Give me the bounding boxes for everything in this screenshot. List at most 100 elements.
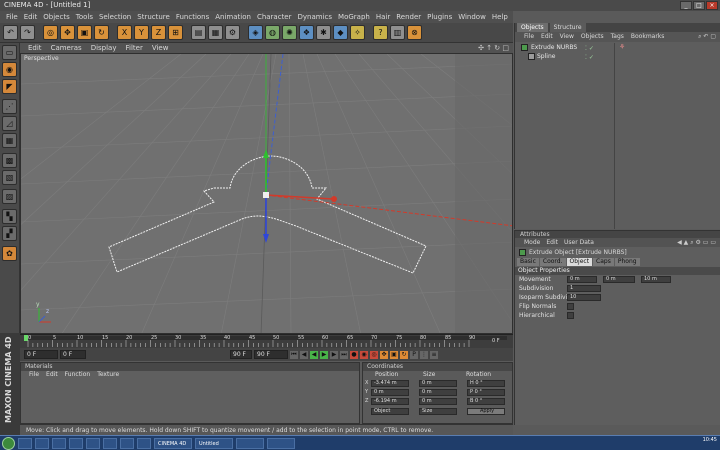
taskbar-app-icon[interactable] [69, 437, 83, 449]
render-view-icon[interactable]: ▤ [191, 25, 206, 40]
end-frame-field[interactable]: 90 F [230, 350, 252, 359]
viewport-scene[interactable]: y z [21, 54, 513, 334]
obj-menu-view[interactable]: View [560, 32, 574, 42]
world-coords-icon[interactable]: ⊞ [168, 25, 183, 40]
use-texture-tool-icon[interactable]: ◤ [2, 79, 17, 94]
hierarchical-checkbox[interactable] [567, 312, 574, 319]
tab-objects[interactable]: Objects [517, 23, 548, 32]
viewport-nav-icons[interactable]: ✣ ↑ ↻ □ [478, 43, 513, 53]
mat-menu-function[interactable]: Function [65, 371, 91, 379]
use-model-tool-icon[interactable]: ▭ [2, 45, 17, 60]
attr-menu-userdata[interactable]: User Data [564, 238, 594, 247]
help-icon[interactable]: ? [373, 25, 388, 40]
redo-icon[interactable]: ↷ [20, 25, 35, 40]
play-back-icon[interactable]: ◀ [310, 350, 318, 359]
taskbar-app-icon[interactable] [18, 437, 32, 449]
vp-menu-display[interactable]: Display [91, 43, 117, 53]
menu-structure[interactable]: Structure [137, 11, 170, 23]
size-x-field[interactable]: 0 m [419, 380, 457, 387]
live-select-icon[interactable]: ◎ [43, 25, 58, 40]
goto-start-icon[interactable]: ⏮ [290, 350, 298, 359]
menu-window[interactable]: Window [458, 11, 486, 23]
vp-menu-cameras[interactable]: Cameras [51, 43, 82, 53]
menu-objects[interactable]: Objects [43, 11, 69, 23]
menu-tools[interactable]: Tools [76, 11, 93, 23]
param-key-icon[interactable]: P [410, 350, 418, 359]
taskbar-app-icon[interactable] [86, 437, 100, 449]
autokey-icon[interactable]: ◉ [360, 350, 368, 359]
deformer-icon[interactable]: ❖ [299, 25, 314, 40]
menu-functions[interactable]: Functions [176, 11, 209, 23]
phong-tag-icon[interactable]: ⚘ [619, 43, 625, 51]
render-picture-viewer-icon[interactable]: ▦ [208, 25, 223, 40]
attr-menu-edit[interactable]: Edit [546, 238, 558, 247]
taskbar-app-icon[interactable] [267, 437, 295, 449]
position-key-icon[interactable]: ✥ [380, 350, 388, 359]
flip-normals-checkbox[interactable] [567, 303, 574, 310]
timeline[interactable]: 0 5 10 15 20 25 30 35 40 45 50 55 60 65 … [20, 334, 513, 348]
obj-menu-edit[interactable]: Edit [541, 32, 553, 42]
maximize-button[interactable]: □ [693, 1, 705, 10]
vp-menu-view[interactable]: View [152, 43, 169, 53]
taskbar-untitled[interactable]: Untitled [195, 437, 233, 449]
menu-selection[interactable]: Selection [99, 11, 131, 23]
y-axis-icon[interactable]: Y [134, 25, 149, 40]
attr-nav-icons[interactable]: ◀ ▲ ⌕ ⚙ ▭ ▭ [677, 238, 720, 247]
polygons-tool-icon[interactable]: ▦ [2, 133, 17, 148]
animation-mode-icon[interactable]: ▨ [2, 189, 17, 204]
array-icon[interactable]: ✺ [282, 25, 297, 40]
object-center-handle[interactable] [263, 192, 269, 198]
cube-icon[interactable]: ◈ [248, 25, 263, 40]
close-icon[interactable]: ⊗ [407, 25, 422, 40]
taskbar-app-icon[interactable] [52, 437, 66, 449]
taskbar-app-icon[interactable] [137, 437, 151, 449]
tweak-mode-icon[interactable]: ▞ [2, 226, 17, 241]
rot-b-field[interactable]: B 0 ° [467, 398, 505, 405]
size-z-field[interactable]: 0 m [419, 398, 457, 405]
current-frame-field[interactable]: 0 F [60, 350, 86, 359]
render-settings-icon[interactable]: ⚙ [225, 25, 240, 40]
tab-phong[interactable]: Phong [614, 258, 640, 266]
mat-menu-texture[interactable]: Texture [97, 371, 119, 379]
subdivision-field[interactable]: 1 [567, 285, 601, 292]
record-icon[interactable]: ● [350, 350, 358, 359]
rotate-icon[interactable]: ↻ [94, 25, 109, 40]
isoparm-field[interactable]: 10 [567, 294, 601, 301]
tab-object[interactable]: Object [566, 258, 593, 266]
scene-icon[interactable]: ✱ [316, 25, 331, 40]
snap-icon[interactable]: ▧ [2, 170, 17, 185]
rotation-key-icon[interactable]: ↻ [400, 350, 408, 359]
nurbs-icon[interactable]: ◍ [265, 25, 280, 40]
sculpt-icon[interactable]: ✿ [2, 246, 17, 261]
rot-p-field[interactable]: P 0 ° [467, 389, 505, 396]
light-icon[interactable]: ✧ [350, 25, 365, 40]
goto-end-icon[interactable]: ⏭ [340, 350, 348, 359]
menu-edit[interactable]: Edit [24, 11, 38, 23]
edges-tool-icon[interactable]: ◿ [2, 116, 17, 131]
next-key-icon[interactable]: ▶ [330, 350, 338, 359]
pos-z-field[interactable]: -6.194 m [371, 398, 409, 405]
obj-menu-tags[interactable]: Tags [611, 32, 624, 42]
vp-menu-edit[interactable]: Edit [28, 43, 42, 53]
scale-icon[interactable]: ▣ [77, 25, 92, 40]
keyframe-selection-icon[interactable]: ◎ [370, 350, 378, 359]
menu-character[interactable]: Character [257, 11, 292, 23]
checker-icon[interactable]: ▚ [2, 209, 17, 224]
obj-menu-bookmarks[interactable]: Bookmarks [631, 32, 665, 42]
menu-mograph[interactable]: MoGraph [338, 11, 370, 23]
movement-z-field[interactable]: 10 m [641, 276, 671, 283]
apply-button[interactable]: Apply [467, 408, 505, 415]
coord-mode-select[interactable]: Object [371, 408, 409, 415]
obj-menu-file[interactable]: File [524, 32, 534, 42]
tab-coord[interactable]: Coord. [539, 258, 566, 266]
x-axis-icon[interactable]: X [117, 25, 132, 40]
movement-x-field[interactable]: 0 m [567, 276, 597, 283]
viewport[interactable]: y z Perspective [20, 53, 513, 334]
prev-key-icon[interactable]: ◀ [300, 350, 308, 359]
taskbar-app-icon[interactable] [236, 437, 264, 449]
undo-icon[interactable]: ↶ [3, 25, 18, 40]
workplane-icon[interactable]: ▩ [2, 153, 17, 168]
start-frame-field[interactable]: 0 F [24, 350, 58, 359]
z-axis-icon[interactable]: Z [151, 25, 166, 40]
move-icon[interactable]: ✥ [60, 25, 75, 40]
